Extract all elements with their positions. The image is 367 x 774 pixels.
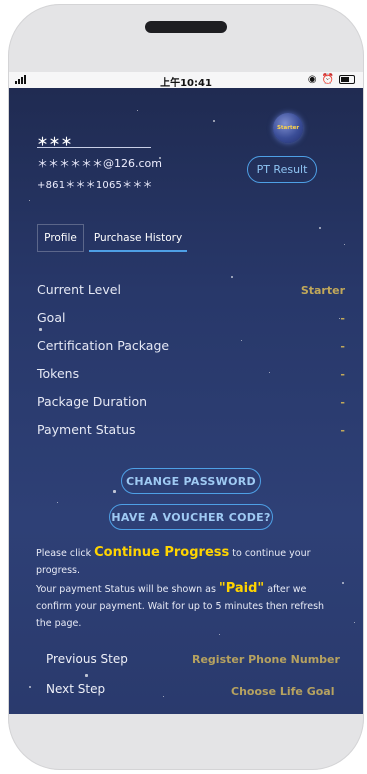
- previous-step-label: Previous Step: [46, 652, 128, 666]
- user-email: ＊＊＊＊＊＊@126.com: [37, 157, 162, 170]
- next-step-link[interactable]: Choose Life Goal: [231, 685, 335, 698]
- row-package-duration-value: -: [340, 396, 345, 409]
- change-password-button[interactable]: CHANGE PASSWORD: [121, 468, 261, 494]
- info-text: Please click: [36, 548, 95, 559]
- tab-purchase-history[interactable]: Purchase History: [87, 224, 189, 252]
- row-payment-status-label: Payment Status: [37, 422, 136, 437]
- battery-icon: [339, 75, 355, 84]
- level-badge-label: Starter: [276, 125, 300, 131]
- lock-rotation-icon: ◉: [307, 74, 317, 85]
- info-text: Your payment Status will be shown as: [36, 584, 219, 595]
- app-screen: 上午10:41 ◉ ⏰ ＊＊＊ ＊＊＊＊＊＊@126.com +861＊＊＊10…: [9, 72, 363, 714]
- profile-tabs: Profile Purchase History: [37, 224, 193, 252]
- alarm-icon: ⏰: [321, 74, 334, 85]
- next-step-label: Next Step: [46, 682, 106, 696]
- row-current-level-label: Current Level: [37, 282, 121, 297]
- row-current-level-value: Starter: [300, 284, 345, 297]
- previous-step-link[interactable]: Register Phone Number: [192, 653, 340, 666]
- pt-result-button[interactable]: PT Result: [247, 156, 317, 183]
- tab-profile[interactable]: Profile: [37, 224, 84, 252]
- row-package-duration-label: Package Duration: [37, 394, 148, 409]
- status-bar: 上午10:41 ◉ ⏰: [9, 72, 363, 89]
- phone-frame: 上午10:41 ◉ ⏰ ＊＊＊ ＊＊＊＊＊＊@126.com +861＊＊＊10…: [8, 4, 364, 770]
- name-underline: [37, 147, 151, 148]
- active-tab-indicator: [89, 250, 187, 252]
- continue-progress-message: Please click Continue Progress to contin…: [36, 544, 336, 579]
- row-tokens-value: -: [340, 368, 345, 381]
- phone-speaker: [145, 21, 227, 33]
- paid-highlight: "Paid": [218, 581, 265, 596]
- row-payment-status-value: -: [340, 424, 345, 437]
- row-certification-package-value: -: [340, 340, 345, 353]
- level-badge: Starter: [273, 113, 303, 143]
- voucher-code-button[interactable]: HAVE A VOUCHER CODE?: [109, 504, 273, 530]
- row-tokens-label: Tokens: [37, 366, 80, 381]
- continue-progress-highlight: Continue Progress: [94, 545, 230, 560]
- row-certification-package-label: Certification Package: [37, 338, 170, 353]
- payment-status-message: Your payment Status will be shown as "Pa…: [36, 580, 336, 632]
- row-goal-label: Goal: [37, 310, 66, 325]
- user-phone: +861＊＊＊1065＊＊＊: [37, 180, 153, 191]
- status-icons: ◉ ⏰: [308, 74, 355, 85]
- row-goal-value: -: [340, 312, 345, 325]
